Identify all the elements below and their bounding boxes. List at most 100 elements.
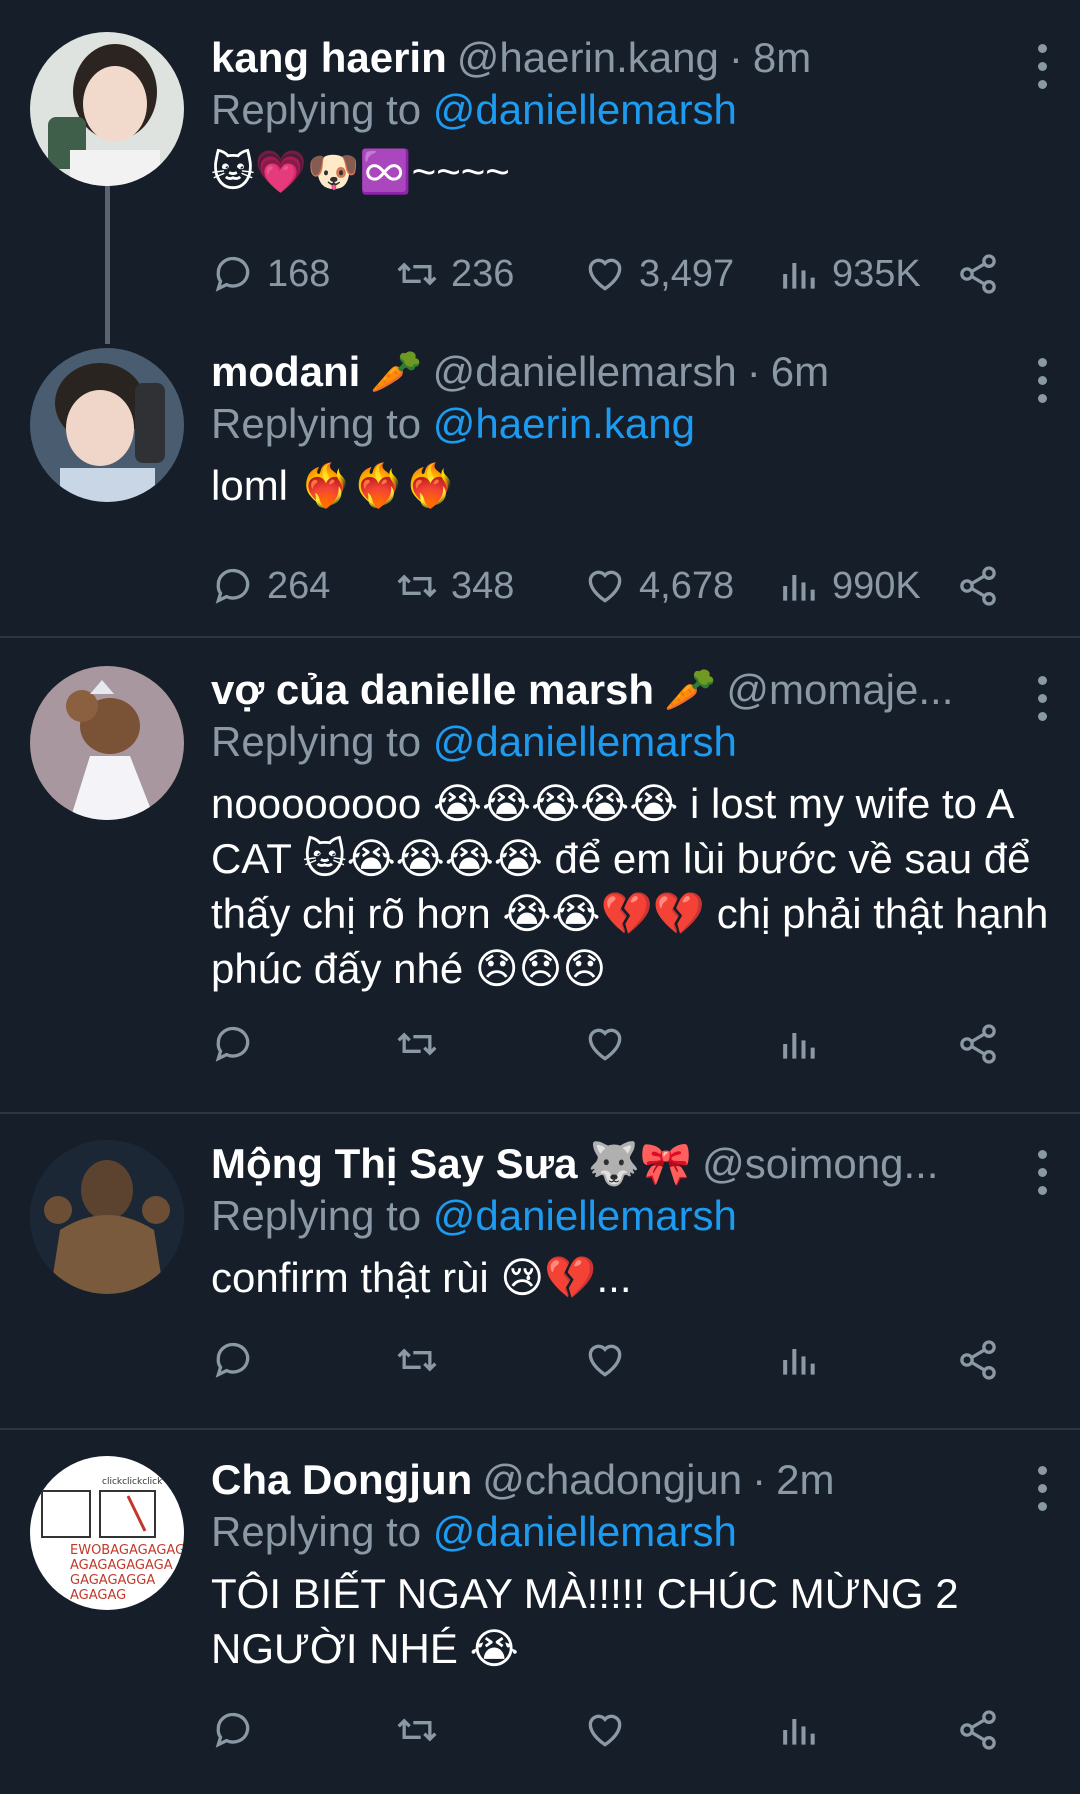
share-button[interactable] [956, 1700, 1000, 1760]
more-options-icon[interactable] [1038, 358, 1050, 403]
user-handle[interactable]: @daniellemarsh [433, 346, 737, 398]
retweet-icon [397, 262, 437, 286]
avatar[interactable]: clickclickclick EWOBAGAGAGAG AGAGAGAGAGA… [30, 1456, 184, 1610]
avatar-image [30, 666, 184, 820]
avatar-scribble: AGAGAGAGAGA [70, 1558, 173, 1573]
like-count: 4,678 [639, 564, 735, 607]
display-name[interactable]: Cha Dongjun [211, 1454, 472, 1506]
mention-link[interactable]: @daniellemarsh [433, 86, 737, 133]
user-handle[interactable]: @soimong... [702, 1138, 938, 1190]
heart-icon [588, 1714, 622, 1747]
reply-count: 168 [267, 252, 331, 295]
replying-prefix: Replying to [211, 1508, 422, 1555]
reply-button[interactable] [211, 1330, 255, 1390]
tweet-text: noooooooo 😭😭😭😭😭 i lost my wife to A CAT … [211, 780, 1049, 992]
user-handle[interactable]: @haerin.kang [457, 32, 719, 84]
replying-to: Replying to @daniellemarsh [211, 1190, 1050, 1242]
mention-link[interactable]: @haerin.kang [433, 400, 695, 447]
user-handle[interactable]: @chadongjun [482, 1454, 742, 1506]
replying-prefix: Replying to [211, 86, 422, 133]
retweet-button[interactable] [395, 1700, 439, 1760]
tweet[interactable]: modani 🥕 @daniellemarsh · 6m Replying to… [0, 318, 1080, 638]
views-icon [783, 575, 815, 601]
timestamp[interactable]: 6m [771, 346, 829, 398]
action-bar [211, 1700, 1011, 1760]
separator: · [752, 1456, 767, 1503]
tweet[interactable]: vợ của danielle marsh 🥕 @momaje... Reply… [0, 638, 1080, 1114]
reply-button[interactable]: 168 [211, 244, 330, 304]
mention-link[interactable]: @daniellemarsh [433, 1508, 737, 1555]
reply-icon [215, 568, 250, 604]
more-options-icon[interactable] [1038, 1150, 1050, 1195]
mention-link[interactable]: @daniellemarsh [433, 718, 737, 765]
like-button[interactable] [583, 1014, 627, 1074]
display-name[interactable]: kang haerin [211, 32, 447, 84]
retweet-button[interactable] [395, 1330, 439, 1390]
views-button[interactable]: 990K [776, 556, 921, 616]
replying-prefix: Replying to [211, 400, 422, 447]
like-button[interactable]: 3,497 [583, 244, 734, 304]
reply-button[interactable] [211, 1014, 255, 1074]
reply-button[interactable]: 264 [211, 556, 330, 616]
separator: · [746, 348, 761, 395]
avatar-image [30, 348, 184, 502]
avatar[interactable] [30, 348, 184, 502]
views-button[interactable]: 935K [776, 244, 921, 304]
retweet-icon [397, 1718, 437, 1742]
avatar[interactable] [30, 1140, 184, 1294]
avatar-image [30, 1140, 184, 1294]
share-icon [960, 1710, 996, 1750]
timestamp[interactable]: 8m [753, 32, 811, 84]
views-button[interactable] [776, 1014, 820, 1074]
avatar-scribble: AGAGAG [70, 1588, 126, 1603]
views-count: 935K [832, 252, 921, 295]
share-button[interactable] [956, 1330, 1000, 1390]
heart-icon [588, 1344, 622, 1377]
avatar[interactable] [30, 32, 184, 186]
mention-link[interactable]: @daniellemarsh [433, 1192, 737, 1239]
more-options-icon[interactable] [1038, 44, 1050, 89]
display-name[interactable]: Mộng Thị Say Sưa [211, 1138, 577, 1190]
share-button[interactable] [956, 1014, 1000, 1074]
share-icon [960, 566, 996, 606]
action-bar [211, 1330, 1011, 1390]
retweet-count: 236 [451, 252, 515, 295]
heart-icon [588, 258, 622, 291]
retweet-icon [397, 1348, 437, 1372]
display-name[interactable]: modani [211, 346, 360, 398]
timestamp[interactable]: 2m [776, 1454, 834, 1506]
like-button[interactable] [583, 1330, 627, 1390]
like-button[interactable] [583, 1700, 627, 1760]
views-icon [783, 263, 815, 289]
replying-prefix: Replying to [211, 718, 422, 765]
share-button[interactable] [956, 556, 1000, 616]
avatar[interactable] [30, 666, 184, 820]
tweet[interactable]: kang haerin @haerin.kang · 8m Replying t… [0, 0, 1080, 344]
share-button[interactable] [956, 244, 1000, 304]
more-options-icon[interactable] [1038, 1466, 1050, 1511]
reply-icon [215, 1342, 250, 1378]
tweet[interactable]: Mộng Thị Say Sưa 🐺🎀 @soimong... Replying… [0, 1114, 1080, 1430]
timeline: kang haerin @haerin.kang · 8m Replying t… [0, 0, 1080, 1790]
retweet-button[interactable]: 236 [395, 244, 514, 304]
tweet-text: loml ❤️‍🔥❤️‍🔥❤️‍🔥 [211, 462, 457, 509]
replying-to: Replying to @daniellemarsh [211, 1506, 1050, 1558]
retweet-button[interactable] [395, 1014, 439, 1074]
more-options-icon[interactable] [1038, 676, 1050, 721]
tweet[interactable]: clickclickclick EWOBAGAGAGAG AGAGAGAGAGA… [0, 1430, 1080, 1790]
avatar-scribble: GAGAGAGGA [70, 1573, 155, 1588]
replying-prefix: Replying to [211, 1192, 422, 1239]
user-handle[interactable]: @momaje... [726, 664, 953, 716]
action-bar: 264 348 4,678 990K [211, 556, 1011, 616]
views-button[interactable] [776, 1330, 820, 1390]
avatar-scribble: EWOBAGAGAGAG [70, 1543, 184, 1558]
like-button[interactable]: 4,678 [583, 556, 734, 616]
display-name[interactable]: vợ của danielle marsh [211, 664, 654, 716]
heart-icon [588, 570, 622, 603]
name-emoji: 🥕 [664, 666, 717, 713]
views-button[interactable] [776, 1700, 820, 1760]
like-count: 3,497 [639, 252, 735, 295]
reply-button[interactable] [211, 1700, 255, 1760]
retweet-button[interactable]: 348 [395, 556, 514, 616]
heart-icon [588, 1028, 622, 1061]
